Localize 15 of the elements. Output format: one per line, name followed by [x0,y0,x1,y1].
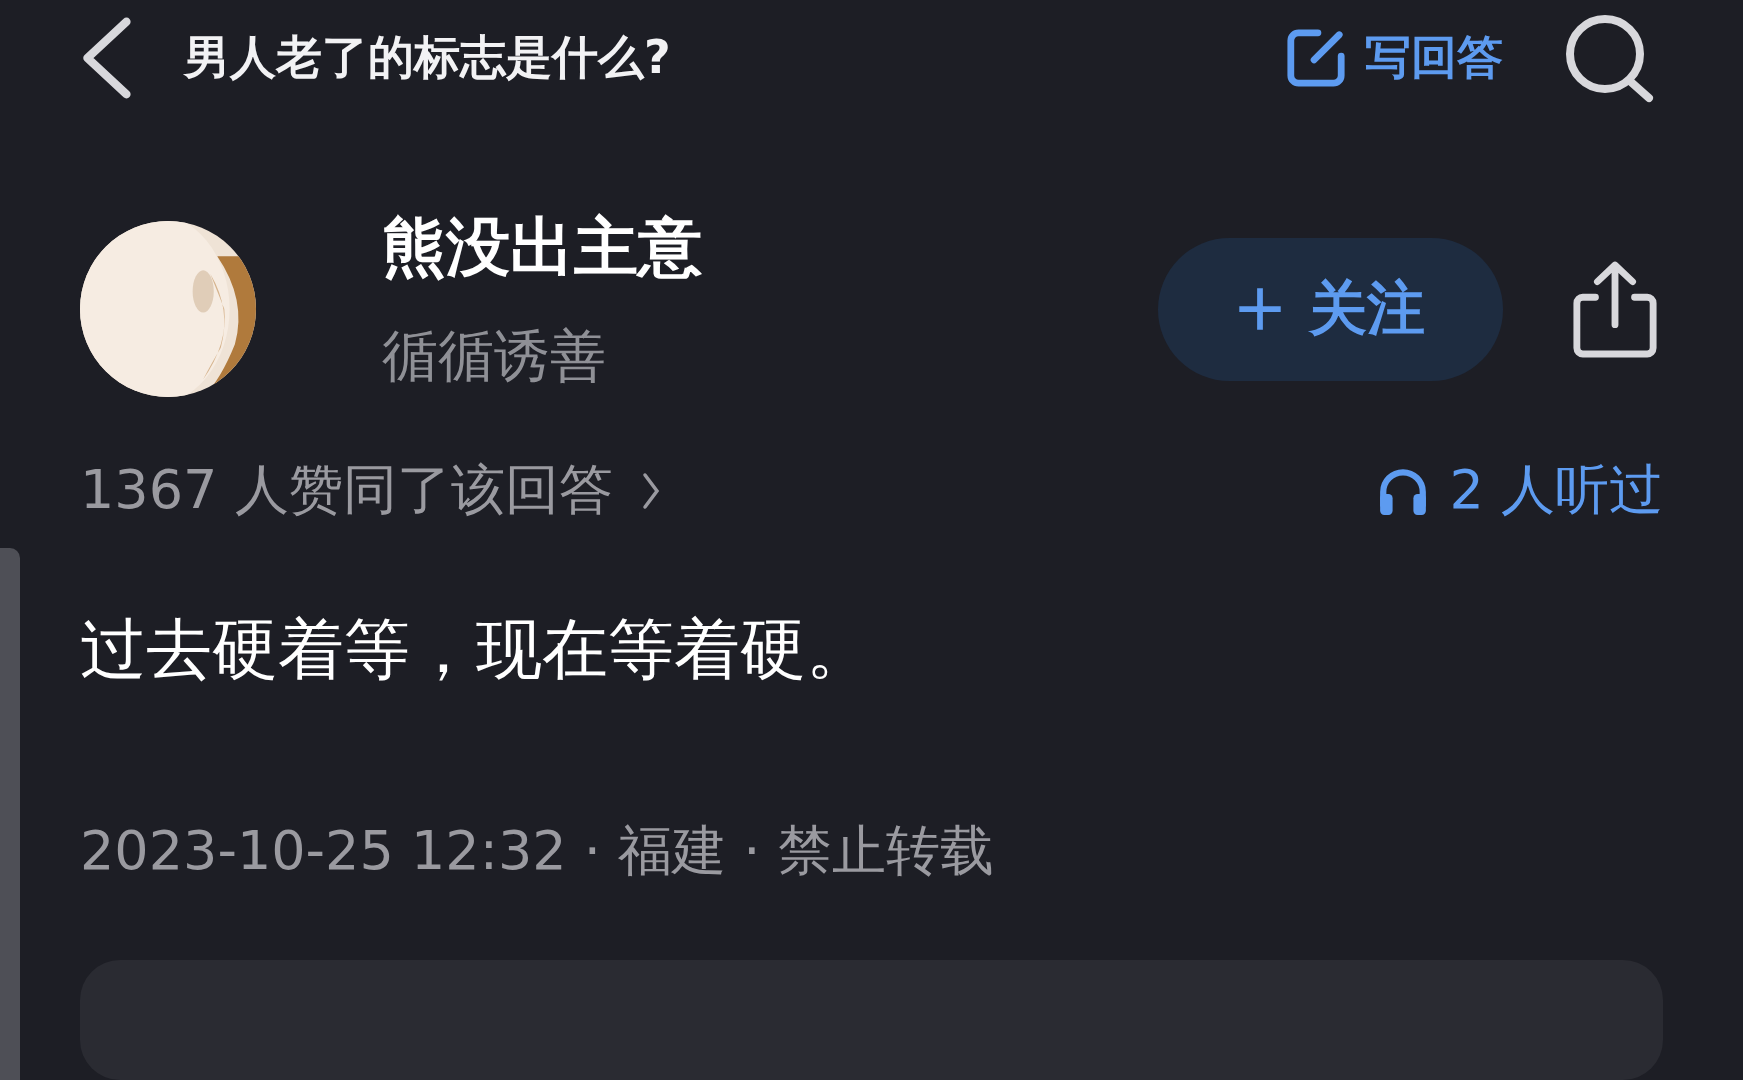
write-answer-button[interactable]: 写回答 [1285,27,1503,89]
question-title: 男人老了的标志是什么? [184,29,672,86]
plus-icon [1236,286,1283,332]
author-bio: 循循诱善 [382,321,607,390]
scrollbar[interactable] [0,548,20,1080]
answer-meta: 2023-10-25 12:32 · 福建 · 禁止转载 [80,818,995,884]
listeners-link[interactable]: 2 人听过 [1377,454,1663,527]
share-icon[interactable] [1571,259,1659,359]
author-name[interactable]: 熊没出主意 [382,203,1158,291]
upvotes-link[interactable]: 1367 人赞同了该回答 [80,454,661,527]
search-icon[interactable] [1563,12,1655,104]
follow-button[interactable]: 关注 [1158,237,1503,381]
edit-icon [1285,27,1347,89]
chevron-icon [640,470,661,511]
answer-text: 过去硬着等，现在等着硬。 [80,610,873,690]
